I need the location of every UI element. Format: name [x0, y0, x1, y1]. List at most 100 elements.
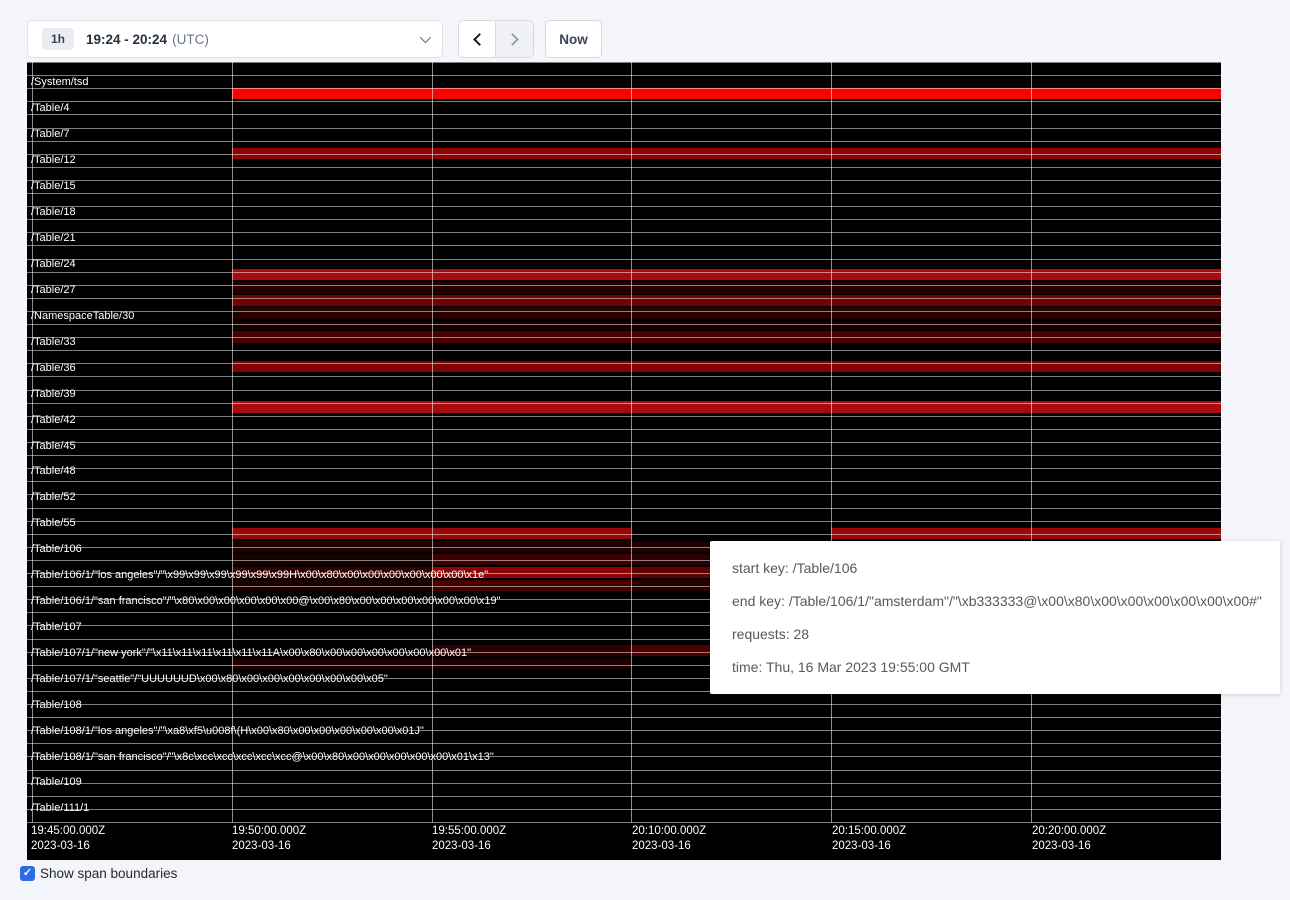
- row-label: /Table/33: [31, 337, 76, 348]
- key-visualizer-canvas[interactable]: /System/tsd/Table/4/Table/7/Table/12/Tab…: [27, 62, 1221, 860]
- span-boundary-line: [27, 245, 1221, 246]
- span-boundary-line: [27, 337, 1221, 338]
- row-label: /Table/109: [31, 777, 82, 788]
- show-span-boundaries-checkbox[interactable]: ✓: [20, 866, 35, 881]
- checkmark-icon: ✓: [23, 866, 32, 881]
- span-boundary-line: [27, 809, 1221, 810]
- span-boundary-line: [27, 298, 1221, 299]
- span-boundary-line: [27, 167, 1221, 168]
- row-label: /Table/108/1/"los angeles"/"\xa8\xf5\u00…: [31, 726, 424, 737]
- span-boundary-line: [27, 101, 1221, 102]
- row-label: /System/tsd: [31, 77, 88, 88]
- heat-band: [232, 308, 1221, 319]
- row-label: /Table/107/1/"seattle"/"UUUUUUD\x00\x80\…: [31, 674, 388, 685]
- span-boundary-line: [27, 324, 1221, 325]
- time-nav-group: [458, 20, 534, 58]
- row-label: /Table/55: [31, 518, 76, 529]
- row-label: /Table/106: [31, 544, 82, 555]
- heat-band: [232, 295, 1221, 306]
- time-gridline: [232, 62, 233, 822]
- span-boundary-line: [27, 796, 1221, 797]
- row-label: /Table/39: [31, 389, 76, 400]
- heat-band: [232, 88, 1221, 99]
- row-label: /Table/45: [31, 441, 76, 452]
- span-boundary-line: [27, 219, 1221, 220]
- span-boundary-line: [27, 272, 1221, 273]
- span-boundary-line: [27, 128, 1221, 129]
- tooltip-end-key: end key: /Table/106/1/"amsterdam"/"\xb33…: [732, 592, 1258, 610]
- row-label: /Table/111/1: [31, 803, 89, 814]
- span-boundary-line: [27, 141, 1221, 142]
- span-boundary-line: [27, 206, 1221, 207]
- x-axis-label: 19:45:00.000Z2023-03-16: [31, 824, 105, 854]
- hover-tooltip: start key: /Table/106 end key: /Table/10…: [710, 541, 1280, 694]
- footer: ✓ Show span boundaries: [20, 866, 177, 881]
- tooltip-requests: requests: 28: [732, 625, 1258, 643]
- x-axis-label: 20:15:00.000Z2023-03-16: [832, 824, 906, 854]
- row-label: /Table/18: [31, 207, 76, 218]
- row-label: /Table/108: [31, 700, 82, 711]
- span-boundary-line: [27, 180, 1221, 181]
- row-label: /Table/48: [31, 466, 76, 477]
- now-button[interactable]: Now: [545, 20, 602, 58]
- span-boundary-line: [27, 350, 1221, 351]
- chevron-right-icon: [506, 33, 519, 46]
- x-axis-date: 2023-03-16: [432, 839, 506, 854]
- span-boundary-line: [27, 481, 1221, 482]
- row-label: /Table/21: [31, 233, 76, 244]
- row-label: /NamespaceTable/30: [31, 311, 134, 322]
- x-axis-time: 19:55:00.000Z: [432, 824, 506, 839]
- time-range-selector[interactable]: 1h 19:24 - 20:24 (UTC): [27, 20, 443, 58]
- heat-band: [631, 645, 710, 656]
- span-boundary-line: [27, 494, 1221, 495]
- span-boundary-line: [27, 88, 1221, 89]
- span-boundary-line: [27, 704, 1221, 705]
- row-label: /Table/106/1/"los angeles"/"\x99\x99\x99…: [31, 570, 488, 581]
- row-label: /Table/27: [31, 285, 76, 296]
- heat-band: [232, 269, 1221, 280]
- span-boundary-line: [27, 717, 1221, 718]
- span-boundary-line: [27, 416, 1221, 417]
- span-boundary-line: [27, 114, 1221, 115]
- span-boundary-line: [27, 508, 1221, 509]
- chevron-down-icon: [420, 32, 431, 43]
- row-label: /Table/12: [31, 155, 76, 166]
- row-label: /Table/4: [31, 103, 70, 114]
- heat-band: [232, 321, 1221, 330]
- x-axis-time: 20:10:00.000Z: [632, 824, 706, 839]
- span-boundary-line: [27, 743, 1221, 744]
- span-boundary-line: [27, 311, 1221, 312]
- time-range-text: 19:24 - 20:24: [86, 32, 167, 47]
- span-boundary-line: [27, 770, 1221, 771]
- row-label: /Table/106/1/"san francisco"/"\x80\x00\x…: [31, 596, 501, 607]
- row-label: /Table/52: [31, 492, 76, 503]
- row-label: /Table/24: [31, 259, 76, 270]
- show-span-boundaries-label[interactable]: Show span boundaries: [40, 866, 177, 881]
- span-boundary-line: [27, 363, 1221, 364]
- x-axis-label: 19:50:00.000Z2023-03-16: [232, 824, 306, 854]
- timezone-text: (UTC): [172, 32, 209, 47]
- time-gridline: [831, 62, 832, 822]
- row-label: /Table/15: [31, 181, 76, 192]
- row-label: /Table/7: [31, 129, 70, 140]
- row-label: /Table/42: [31, 415, 76, 426]
- span-boundary-line: [27, 521, 1221, 522]
- x-axis-time: 20:20:00.000Z: [1032, 824, 1106, 839]
- span-boundary-line: [27, 376, 1221, 377]
- x-axis-date: 2023-03-16: [232, 839, 306, 854]
- heat-band: [232, 282, 1221, 293]
- x-axis-label: 20:10:00.000Z2023-03-16: [632, 824, 706, 854]
- time-gridline: [631, 62, 632, 822]
- row-label: /Table/108/1/"san francisco"/"\x8c\xcc\x…: [31, 752, 494, 763]
- next-interval-button[interactable]: [496, 21, 533, 57]
- row-label: /Table/107: [31, 622, 82, 633]
- row-label: /Table/107/1/"new york"/"\x11\x11\x11\x1…: [31, 648, 471, 659]
- span-boundary-line: [27, 193, 1221, 194]
- span-boundary-line: [27, 468, 1221, 469]
- previous-interval-button[interactable]: [459, 21, 496, 57]
- x-axis-label: 19:55:00.000Z2023-03-16: [432, 824, 506, 854]
- x-axis-date: 2023-03-16: [632, 839, 706, 854]
- toolbar: 1h 19:24 - 20:24 (UTC) Now: [0, 0, 1290, 62]
- time-gridline: [1031, 62, 1032, 822]
- tooltip-time: time: Thu, 16 Mar 2023 19:55:00 GMT: [732, 658, 1258, 676]
